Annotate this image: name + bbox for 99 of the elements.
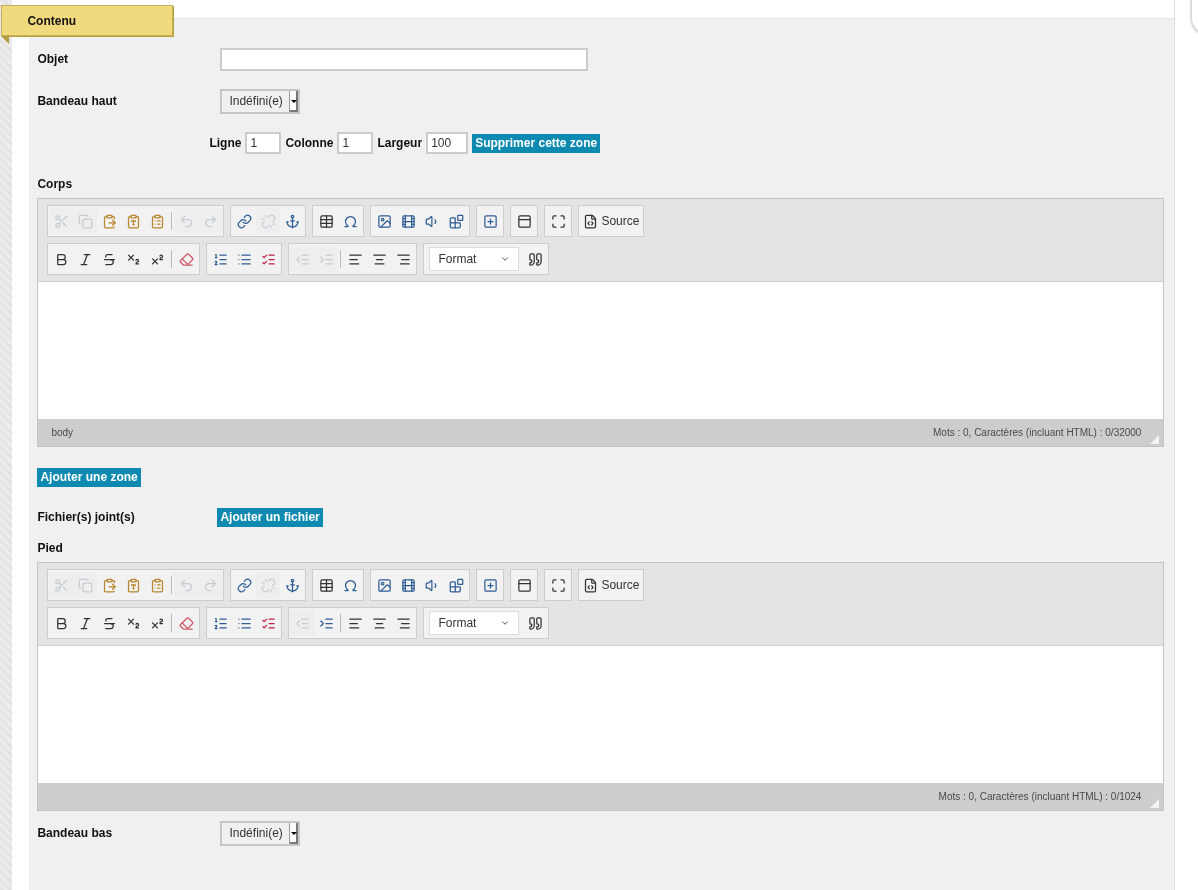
number-input[interactable]: 1 [245, 132, 282, 154]
clipboard-text-icon [125, 577, 141, 593]
maximize-icon [550, 577, 566, 593]
align-left-icon [347, 251, 363, 267]
table-icon [318, 577, 334, 593]
caret-icon [500, 254, 511, 264]
unlink-icon [260, 213, 276, 229]
format-dropdown[interactable]: Format [429, 611, 520, 635]
undo-icon [178, 213, 194, 229]
checklist-icon [260, 251, 276, 267]
image-icon [376, 213, 392, 229]
unlink-icon [260, 577, 276, 593]
text-input[interactable] [220, 47, 589, 71]
field-label: Pied [37, 540, 64, 557]
bullet-list-icon [236, 251, 252, 267]
outdent-icon [294, 251, 310, 267]
select-dropdown[interactable]: Indéfini(e) [220, 820, 300, 846]
strikethrough-icon [101, 615, 117, 631]
undo-icon [178, 577, 194, 593]
field-label: Corps [37, 176, 74, 193]
scissors-icon [53, 577, 69, 593]
format-dropdown[interactable]: Format [429, 247, 520, 271]
frame-icon [516, 213, 532, 229]
clipboard-text-icon [125, 213, 141, 229]
field-label: Fichier(s) joint(s) [37, 510, 136, 524]
omega-icon [342, 577, 358, 593]
code-file-icon [583, 213, 599, 229]
resize-grip-icon[interactable] [1150, 435, 1160, 444]
eraser-icon [178, 615, 194, 631]
clipboard-document-icon [149, 577, 165, 593]
table-icon [318, 213, 334, 229]
omega-icon [342, 213, 358, 229]
align-right-icon [395, 615, 411, 631]
align-left-icon [347, 615, 363, 631]
field-label: Largeur [377, 136, 423, 150]
film-icon [400, 213, 416, 229]
caret-icon [500, 618, 511, 628]
number-input[interactable]: 100 [426, 132, 469, 154]
maximize-icon [550, 213, 566, 229]
tab-fold-icon [1, 36, 10, 44]
add-zone-button[interactable]: Ajouter une zone [37, 467, 141, 487]
blocks-icon [448, 577, 464, 593]
numbered-list-icon [212, 615, 228, 631]
indent-icon [318, 615, 334, 631]
quote-icon [527, 615, 543, 631]
clipboard-icon [101, 577, 117, 593]
align-center-icon [371, 251, 387, 267]
italic-icon [77, 615, 93, 631]
blocks-icon [448, 213, 464, 229]
strikethrough-icon [101, 251, 117, 267]
quote-icon [527, 251, 543, 267]
superscript-icon [149, 251, 165, 267]
character-counter: Mots : 0, Caractères (incluant HTML) : 0/32000 [933, 427, 1142, 438]
code-file-icon [583, 577, 599, 593]
eraser-icon [178, 251, 194, 267]
italic-icon [77, 251, 93, 267]
scissors-icon [53, 213, 69, 229]
anchor-icon [284, 213, 300, 229]
bullet-list-icon [236, 615, 252, 631]
field-label: Objet [37, 52, 70, 66]
numbered-list-icon [212, 251, 228, 267]
number-input[interactable]: 1 [337, 132, 374, 154]
add-file-button[interactable]: Ajouter un fichier [217, 507, 323, 527]
indent-icon [318, 251, 334, 267]
film-icon [400, 577, 416, 593]
align-center-icon [371, 615, 387, 631]
redo-icon [202, 577, 218, 593]
image-icon [376, 577, 392, 593]
subscript-icon [125, 615, 141, 631]
caret-icon [290, 831, 297, 835]
resize-grip-icon[interactable] [1150, 799, 1160, 808]
field-label: Colonne [285, 136, 334, 150]
plus-square-icon [482, 213, 498, 229]
frame-icon [516, 577, 532, 593]
subscript-icon [125, 251, 141, 267]
copy-icon [77, 577, 93, 593]
link-icon [236, 213, 252, 229]
link-icon [236, 577, 252, 593]
copy-icon [77, 213, 93, 229]
checklist-icon [260, 615, 276, 631]
section-tab[interactable]: Contenu [1, 5, 174, 36]
caret-icon [290, 99, 297, 103]
delete-zone-button[interactable]: Supprimer cette zone [472, 133, 601, 153]
clipboard-document-icon [149, 213, 165, 229]
clipboard-icon [101, 213, 117, 229]
outdent-icon [294, 615, 310, 631]
element-path[interactable]: body [51, 427, 74, 438]
select-dropdown[interactable]: Indéfini(e) [220, 88, 300, 114]
source-button[interactable]: Source [580, 208, 643, 234]
redo-icon [202, 213, 218, 229]
align-right-icon [395, 251, 411, 267]
anchor-icon [284, 577, 300, 593]
plus-square-icon [482, 577, 498, 593]
superscript-icon [149, 615, 165, 631]
source-button[interactable]: Source [580, 572, 643, 598]
field-label: Ligne [209, 136, 242, 150]
field-label: Bandeau haut [37, 94, 118, 108]
field-label: Bandeau bas [37, 826, 114, 840]
character-counter: Mots : 0, Caractères (incluant HTML) : 0/1024 [938, 791, 1142, 802]
